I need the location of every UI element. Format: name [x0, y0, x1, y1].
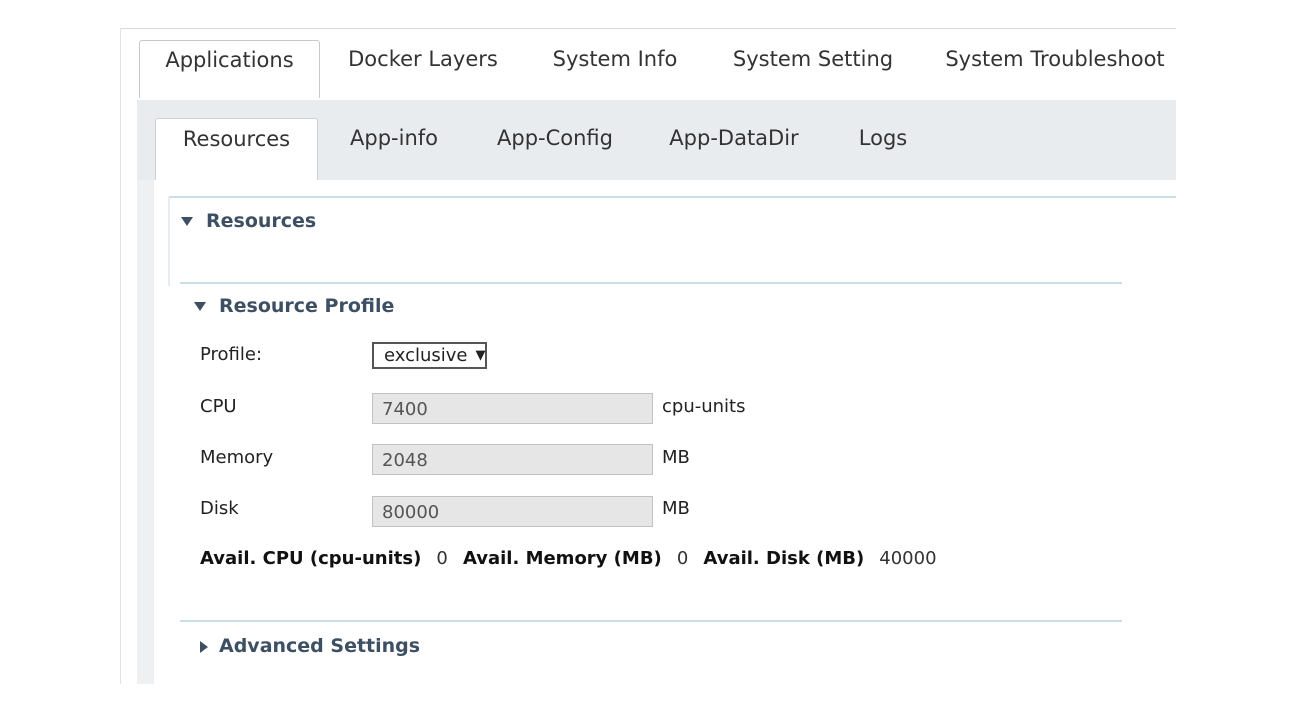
content-gutter	[137, 180, 154, 684]
tab-label: Applications	[165, 48, 294, 72]
expand-triangle-icon	[200, 641, 208, 653]
tab-label: System Info	[552, 47, 678, 71]
tab-label: Resources	[182, 127, 291, 151]
tab-app-info[interactable]: App-info	[335, 118, 453, 178]
memory-unit: MB	[662, 447, 690, 468]
tab-app-config[interactable]: App-Config	[486, 118, 624, 178]
tab-label: App-Config	[497, 126, 613, 150]
memory-input[interactable]: 2048	[372, 444, 653, 475]
profile-label: Profile:	[200, 344, 263, 365]
tab-applications[interactable]: Applications	[139, 40, 320, 98]
profile-select[interactable]: exclusive ▼	[372, 342, 487, 369]
avail-memory-label: Avail. Memory (MB)	[462, 548, 662, 569]
tab-system-info[interactable]: System Info	[540, 40, 690, 96]
section-divider	[180, 282, 1122, 284]
tab-docker-layers[interactable]: Docker Layers	[340, 40, 506, 96]
tab-app-datadir[interactable]: App-DataDir	[660, 118, 808, 178]
cpu-input[interactable]: 7400	[372, 393, 653, 424]
cpu-value: 7400	[382, 399, 428, 420]
section-title: Resources	[206, 210, 317, 232]
avail-cpu-label: Avail. CPU (cpu-units)	[200, 548, 422, 569]
section-divider	[180, 620, 1122, 622]
dropdown-arrow-icon: ▼	[475, 348, 486, 363]
collapse-triangle-icon	[194, 302, 206, 311]
disk-label: Disk	[200, 498, 239, 519]
tab-label: Logs	[858, 126, 908, 150]
tab-system-troubleshoot[interactable]: System Troubleshoot	[940, 40, 1170, 96]
disk-value: 80000	[382, 502, 440, 523]
tab-label: Docker Layers	[348, 47, 498, 71]
tab-label: System Setting	[732, 47, 894, 71]
section-title: Advanced Settings	[219, 635, 421, 657]
section-title: Resource Profile	[219, 295, 395, 317]
avail-disk-label: Avail. Disk (MB)	[703, 548, 865, 569]
tab-system-setting[interactable]: System Setting	[728, 40, 898, 96]
panel-divider	[168, 196, 170, 286]
cpu-unit: cpu-units	[662, 396, 746, 417]
avail-memory-value: 0	[676, 548, 689, 569]
window-left-border	[120, 28, 121, 684]
collapse-triangle-icon	[181, 217, 193, 226]
panel-divider	[168, 196, 1176, 198]
tab-label: App-DataDir	[669, 126, 799, 150]
memory-value: 2048	[382, 450, 428, 471]
availability-row: Avail. CPU (cpu-units) 0 Avail. Memory (…	[200, 548, 937, 569]
memory-label: Memory	[200, 447, 274, 468]
profile-select-value: exclusive	[384, 345, 468, 366]
tab-logs[interactable]: Logs	[845, 118, 921, 178]
cpu-label: CPU	[200, 396, 237, 417]
avail-disk-value: 40000	[879, 548, 937, 569]
disk-input[interactable]: 80000	[372, 496, 653, 527]
avail-cpu-value: 0	[436, 548, 448, 569]
tab-resources[interactable]: Resources	[155, 118, 318, 180]
tab-label: System Troubleshoot	[945, 47, 1165, 71]
window-top-border	[120, 28, 1176, 29]
tab-label: App-info	[350, 126, 438, 150]
disk-unit: MB	[662, 498, 690, 519]
